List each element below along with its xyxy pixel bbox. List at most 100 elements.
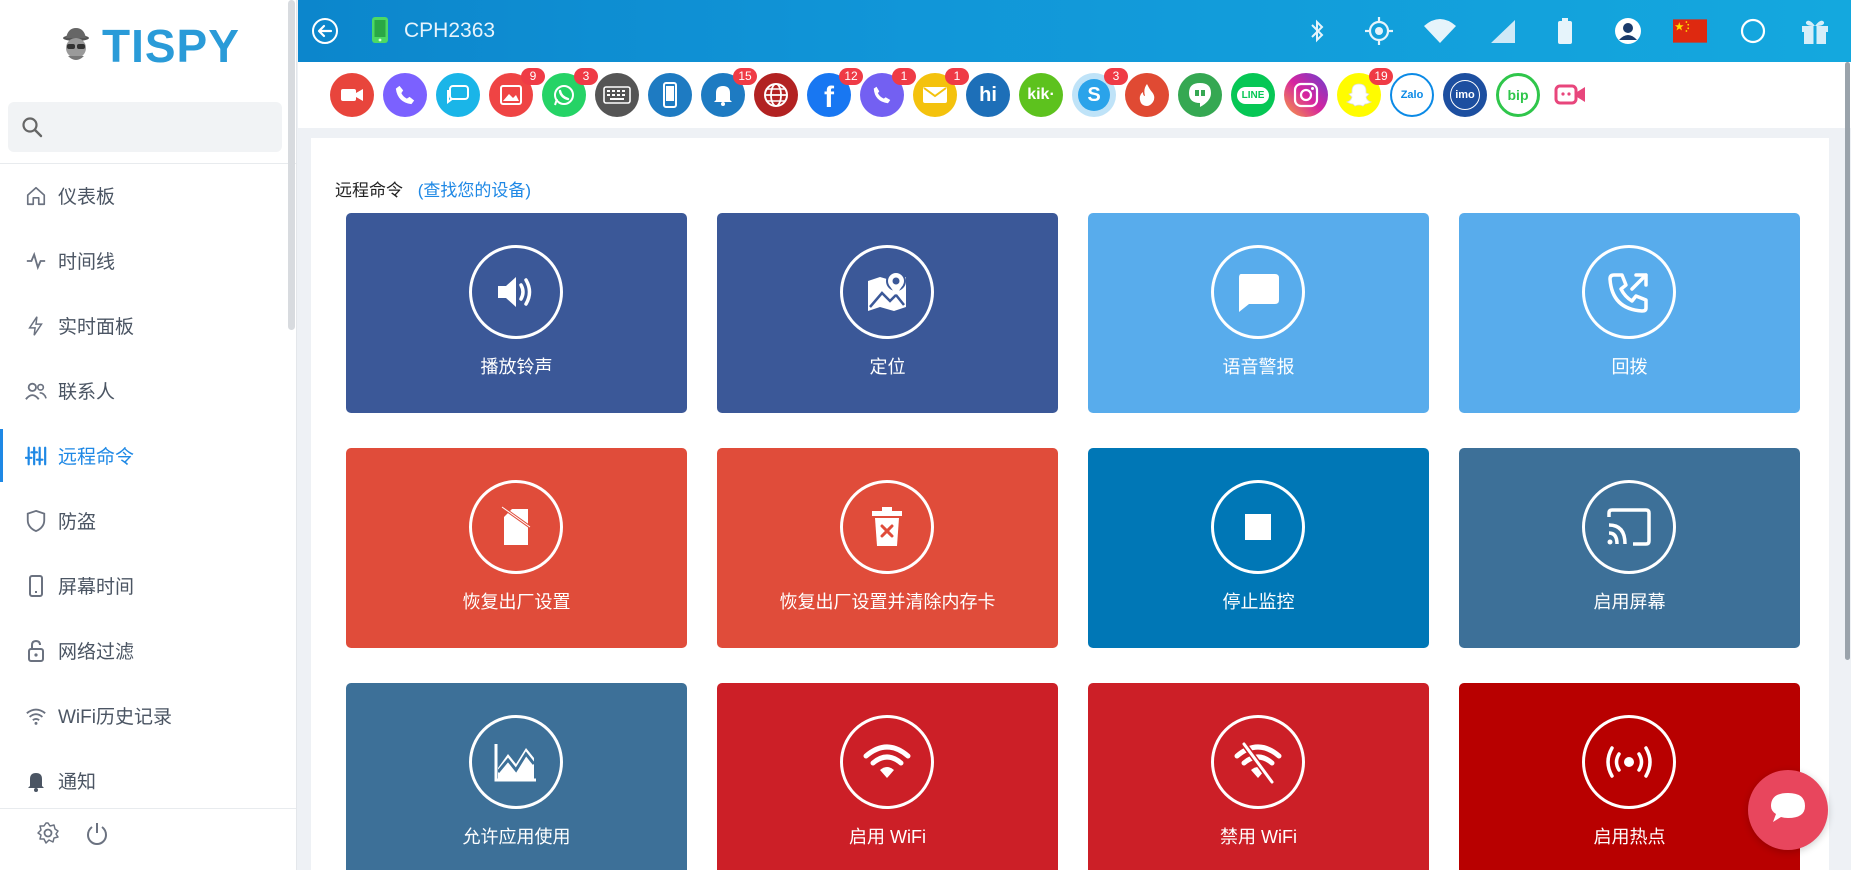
imo-app-label: imo [1450, 80, 1480, 110]
back-arrow-icon[interactable] [311, 17, 339, 50]
search-box[interactable] [8, 102, 282, 152]
email-app-icon[interactable]: 1 [913, 68, 969, 117]
command-label: 停止监控 [1222, 592, 1295, 612]
device-name[interactable]: CPH2363 [404, 19, 495, 43]
stop-monitoring-button[interactable]: 停止监控 [1088, 448, 1429, 648]
instagram-app-icon[interactable] [1284, 73, 1328, 117]
sidebar-item-timeline[interactable]: 时间线 [0, 228, 296, 293]
command-label: 启用热点 [1593, 827, 1666, 847]
gps-icon[interactable] [1362, 14, 1396, 48]
factory-reset-button[interactable]: 恢复出厂设置 [346, 448, 687, 648]
top-bar: CPH2363 [298, 0, 1851, 62]
kik-app-icon[interactable]: kik· [1019, 73, 1063, 117]
enable-hotspot-button[interactable]: 启用热点 [1459, 683, 1800, 870]
sidebar-item-wifi-history[interactable]: WiFi历史记录 [0, 683, 296, 748]
video-chat-app-icon[interactable] [1549, 73, 1593, 117]
panel-title: 远程命令 (查找您的设备) [335, 176, 531, 201]
enable-screen-button[interactable]: 启用屏幕 [1459, 448, 1800, 648]
line-app-label: LINE [1236, 86, 1270, 104]
bluetooth-icon[interactable] [1300, 14, 1334, 48]
phone-app-icon[interactable] [383, 73, 427, 117]
voice-alert-button[interactable]: 语音警报 [1088, 213, 1429, 413]
sidebar-item-anti-theft[interactable]: 防盗 [0, 488, 296, 553]
zalo-app-icon[interactable]: Zalo [1390, 73, 1434, 117]
notification-badge: 1 [892, 68, 916, 85]
cast-icon [1582, 480, 1676, 574]
search-input[interactable] [52, 102, 272, 152]
sidebar-item-dashboard[interactable]: 仪表板 [0, 163, 296, 228]
sidebar-scrollbar[interactable] [288, 0, 295, 330]
notification-badge: 1 [945, 68, 969, 85]
browser-app-icon[interactable] [754, 73, 798, 117]
user-avatar-icon[interactable] [1611, 14, 1645, 48]
find-device-link[interactable]: (查找您的设备) [418, 181, 531, 200]
cellular-signal-icon[interactable] [1486, 14, 1520, 48]
hike-app-icon[interactable]: hi [966, 73, 1010, 117]
line-app-icon[interactable]: LINE [1231, 73, 1275, 117]
china-flag-icon[interactable] [1673, 14, 1707, 48]
gallery-app-icon[interactable]: 9 [489, 68, 545, 117]
sidebar-item-label: WiFi历史记录 [58, 707, 172, 728]
skype-app-icon[interactable]: S 3 [1072, 68, 1128, 117]
sidebar-item-notifications[interactable]: 通知 [0, 748, 296, 813]
bip-app-icon[interactable]: bip [1496, 73, 1540, 117]
factory-reset-clear-sd-button[interactable]: 恢复出厂设置并清除内存卡 [717, 448, 1058, 648]
keyboard-app-icon[interactable] [595, 73, 639, 117]
kik-app-label: kik· [1027, 86, 1055, 103]
gift-icon[interactable] [1798, 14, 1832, 48]
disable-wifi-button[interactable]: 禁用 WiFi [1088, 683, 1429, 870]
eraser-icon [469, 480, 563, 574]
viber-app-icon[interactable]: 1 [860, 68, 916, 117]
wifi-signal-icon[interactable] [1423, 14, 1457, 48]
chat-icon [1769, 791, 1807, 830]
notification-badge: 3 [574, 68, 598, 85]
locate-button[interactable]: 定位 [717, 213, 1058, 413]
notification-badge: 12 [839, 68, 863, 85]
settings-gear-icon[interactable] [36, 821, 60, 850]
circle-status-icon[interactable] [1736, 14, 1770, 48]
main-scrollbar[interactable] [1845, 62, 1850, 660]
notification-badge: 3 [1104, 68, 1128, 85]
facebook-app-icon[interactable]: f 12 [807, 68, 863, 117]
command-label: 播放铃声 [480, 357, 553, 377]
panel-title-text: 远程命令 [335, 181, 403, 200]
logo-text: TISPY [102, 20, 240, 72]
battery-icon[interactable] [1548, 14, 1582, 48]
sidebar-item-label: 远程命令 [58, 447, 135, 468]
logo[interactable]: TISPY [56, 20, 240, 72]
speaker-icon [469, 245, 563, 339]
allow-app-usage-button[interactable]: 允许应用使用 [346, 683, 687, 870]
sidebar-item-web-filter[interactable]: 网络过滤 [0, 618, 296, 683]
hike-app-label: hi [979, 83, 997, 106]
command-label: 允许应用使用 [462, 827, 571, 847]
contacts-icon [24, 379, 48, 403]
zalo-app-label: Zalo [1400, 89, 1424, 101]
sidebar-item-label: 联系人 [58, 382, 116, 403]
command-label: 恢复出厂设置并清除内存卡 [779, 592, 996, 612]
notification-badge: 9 [521, 68, 545, 85]
search-icon [20, 115, 44, 144]
sidebar-footer [0, 808, 296, 870]
power-icon[interactable] [86, 821, 108, 850]
chat-bubble-icon [1211, 245, 1305, 339]
enable-wifi-button[interactable]: 启用 WiFi [717, 683, 1058, 870]
call-back-button[interactable]: 回拨 [1459, 213, 1800, 413]
messages-app-icon[interactable] [436, 73, 480, 117]
sidebar-item-remote-commands[interactable]: 远程命令 [0, 423, 296, 488]
whatsapp-app-icon[interactable]: 3 [542, 68, 598, 117]
sidebar-item-contacts[interactable]: 联系人 [0, 358, 296, 423]
sidebar-item-label: 防盗 [58, 512, 97, 533]
hangouts-app-icon[interactable] [1178, 73, 1222, 117]
tinder-app-icon[interactable] [1125, 73, 1169, 117]
live-chat-button[interactable] [1748, 770, 1828, 850]
video-call-app-icon[interactable] [330, 73, 374, 117]
imo-app-icon[interactable]: imo [1443, 73, 1487, 117]
skype-app-label: S [1078, 79, 1110, 111]
device-app-icon[interactable] [648, 73, 692, 117]
play-ringtone-button[interactable]: 播放铃声 [346, 213, 687, 413]
snapchat-app-icon[interactable]: 19 [1337, 68, 1393, 117]
notifications-app-icon[interactable]: 15 [701, 68, 757, 117]
sidebar-item-screen-time[interactable]: 屏幕时间 [0, 553, 296, 618]
sidebar-item-live-panel[interactable]: 实时面板 [0, 293, 296, 358]
notification-badge: 15 [733, 68, 757, 85]
